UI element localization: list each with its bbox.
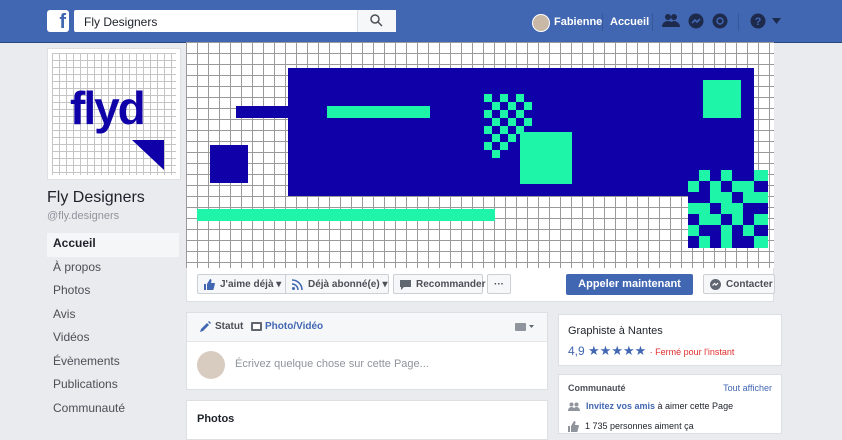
- sidebar-item-home[interactable]: Accueil: [47, 233, 179, 257]
- profile-picture[interactable]: flyd: [47, 48, 181, 180]
- post-composer: Statut Photo/Vidéo Écrivez quelque chose…: [186, 312, 548, 390]
- contact-button-label: Contacter: [726, 279, 773, 290]
- help-icon[interactable]: ?: [750, 13, 766, 29]
- photos-card: Photos: [186, 400, 548, 440]
- composer-tabs: Statut Photo/Vidéo: [187, 313, 547, 342]
- logo-triangle-icon: [132, 140, 164, 170]
- logo-wordmark: flyd: [70, 82, 146, 134]
- pencil-icon: [200, 321, 211, 332]
- sidebar-item-about[interactable]: À propos: [47, 257, 179, 281]
- cover-mint-bar: [327, 106, 430, 118]
- cover-navy-square: [210, 145, 248, 183]
- like-button-label: J'aime déjà: [220, 279, 274, 290]
- tab-status[interactable]: Statut: [215, 321, 243, 332]
- recommend-icon: [400, 280, 411, 290]
- audience-selector-icon[interactable]: [515, 322, 535, 332]
- sidebar-item-community[interactable]: Communauté: [47, 398, 179, 422]
- rss-follow-icon: [292, 279, 303, 290]
- messenger-icon: [710, 279, 721, 290]
- cover-mint-square: [703, 80, 741, 118]
- search-box[interactable]: [74, 10, 396, 32]
- sidebar-item-posts[interactable]: Publications: [47, 374, 179, 398]
- profile-link[interactable]: Fabienne: [554, 16, 602, 28]
- user-avatar[interactable]: [532, 14, 550, 32]
- svg-text:?: ?: [755, 16, 762, 28]
- search-button[interactable]: [357, 10, 396, 32]
- likes-count: 1 735 personnes aiment ça: [585, 421, 694, 431]
- page-sidebar-menu: Accueil À propos Photos Avis Vidéos Évèn…: [47, 233, 179, 421]
- notifications-icon[interactable]: [712, 13, 728, 29]
- call-now-button[interactable]: Appeler maintenant: [566, 274, 693, 295]
- photos-card-title[interactable]: Photos: [197, 413, 234, 425]
- sidebar-item-events[interactable]: Évènements: [47, 351, 179, 375]
- friends-icon: [568, 402, 580, 412]
- nav-divider: [738, 13, 739, 31]
- page-rating[interactable]: 4,9 ★★★★★ · Fermé pour l'instant: [568, 343, 734, 359]
- cover-navy-bar: [236, 106, 290, 118]
- see-all-link[interactable]: Tout afficher: [723, 383, 772, 393]
- recommend-button-label: Recommander: [416, 279, 486, 290]
- more-options-button[interactable]: ···: [487, 274, 511, 294]
- sidebar-item-videos[interactable]: Vidéos: [47, 327, 179, 351]
- cover-photo[interactable]: [186, 42, 774, 268]
- invite-friends-row: Invitez vos amis à aimer cette Page: [568, 401, 734, 412]
- search-input[interactable]: [82, 13, 356, 31]
- top-navigation-bar: f Fabienne Accueil ?: [0, 0, 842, 43]
- page-username[interactable]: @fly.designers: [47, 210, 119, 222]
- contact-button[interactable]: Contacter: [703, 274, 775, 294]
- likes-count-row: 1 735 personnes aiment ça: [568, 421, 694, 433]
- thumbs-up-icon: [568, 421, 579, 433]
- profile-logo-image: flyd: [52, 53, 176, 175]
- invite-friends-text: à aimer cette Page: [655, 401, 734, 411]
- photo-icon: [251, 322, 262, 331]
- opening-status: · Fermé pour l'instant: [649, 347, 735, 357]
- messages-icon[interactable]: [688, 13, 704, 29]
- cover-checker-pattern: [484, 94, 532, 158]
- cover-corner-pattern: [688, 170, 768, 248]
- nav-divider: [602, 13, 603, 31]
- follow-button-label: Déjà abonné(e): [308, 279, 380, 290]
- search-icon: [370, 14, 383, 27]
- follow-button[interactable]: Déjà abonné(e) ▾: [285, 274, 389, 294]
- rating-stars-icon: ★★★★★: [588, 343, 647, 358]
- composer-input[interactable]: Écrivez quelque chose sur cette Page...: [235, 358, 429, 370]
- page-category[interactable]: Graphiste à Nantes: [568, 325, 663, 337]
- community-card: Communauté Tout afficher Invitez vos ami…: [558, 374, 782, 434]
- friend-requests-icon[interactable]: [662, 13, 680, 29]
- page-title: Fly Designers: [47, 189, 145, 206]
- thumbs-up-icon: [204, 279, 215, 290]
- sidebar-item-reviews[interactable]: Avis: [47, 304, 179, 328]
- tab-photo-video[interactable]: Photo/Vidéo: [265, 321, 323, 332]
- about-card: Graphiste à Nantes 4,9 ★★★★★ · Fermé pou…: [558, 314, 782, 366]
- community-title: Communauté: [568, 383, 626, 393]
- cover-mint-long-bar: [197, 209, 495, 221]
- account-menu-chevron-icon[interactable]: [772, 18, 781, 24]
- sidebar-item-photos[interactable]: Photos: [47, 280, 179, 304]
- composer-avatar: [197, 351, 225, 379]
- invite-friends-link[interactable]: Invitez vos amis: [586, 401, 655, 411]
- rating-value: 4,9: [568, 344, 585, 358]
- home-link[interactable]: Accueil: [610, 16, 649, 28]
- facebook-logo-icon[interactable]: f: [47, 10, 69, 33]
- recommend-button[interactable]: Recommander: [393, 274, 486, 294]
- nav-divider: [652, 13, 653, 31]
- page-action-bar: J'aime déjà ▾ Déjà abonné(e) ▾ Recommand…: [186, 268, 775, 302]
- like-button[interactable]: J'aime déjà ▾: [197, 274, 289, 294]
